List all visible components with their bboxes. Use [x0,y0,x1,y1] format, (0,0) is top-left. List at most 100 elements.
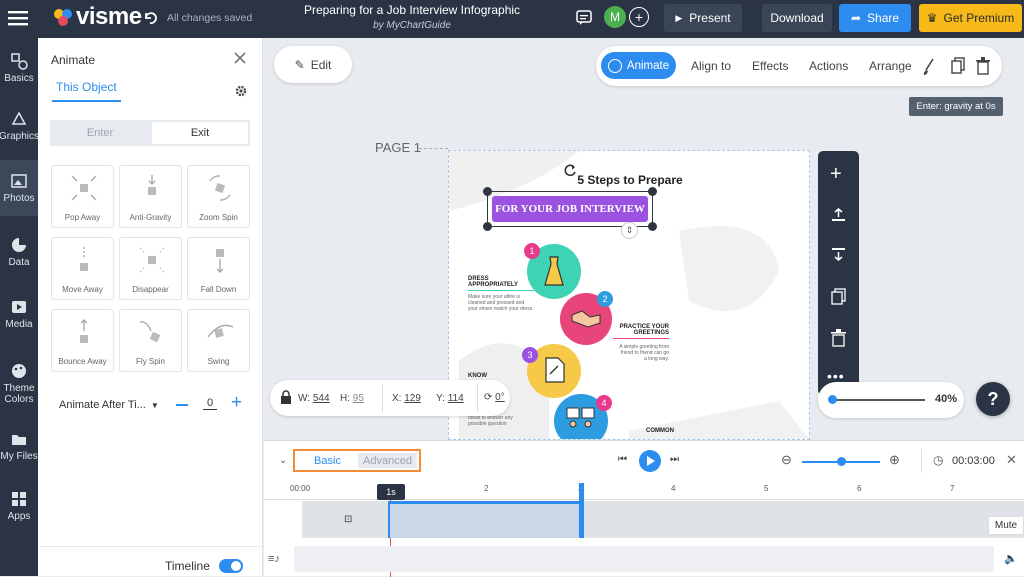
resize-handle[interactable] [648,222,657,231]
move-handle-icon[interactable]: ⇕ [621,222,638,239]
toolbar-effects[interactable]: Effects [752,46,788,86]
add-collaborator-icon[interactable]: + [629,7,649,27]
toolbar-actions[interactable]: Actions [809,46,848,86]
audio-track[interactable] [294,546,994,572]
rail-item-apps[interactable]: Apps [0,478,38,534]
present-button[interactable]: ▶ Present [664,4,742,32]
rail-item-data[interactable]: Data [0,224,38,280]
effect-anti-gravity[interactable]: Anti-Gravity [119,165,182,228]
play-icon: ▶ [675,12,683,23]
photos-icon [11,174,27,188]
resize-handle[interactable] [648,187,657,196]
bounce-away-icon [80,319,88,343]
mute-tooltip: Mute [988,516,1024,535]
effect-fall-down[interactable]: Fall Down [187,237,250,300]
tab-this-object[interactable]: This Object [52,80,121,102]
effect-pop-away[interactable]: Pop Away [51,165,114,228]
width-field[interactable]: W: 544 [298,393,330,404]
bring-forward-icon[interactable] [831,207,846,222]
resize-handle[interactable] [483,187,492,196]
x-field[interactable]: X: 129 [392,393,421,404]
trash-icon[interactable] [976,57,990,75]
zoom-out-icon[interactable]: ⊖ [781,452,792,468]
plus-button[interactable]: + [231,393,242,412]
rail-item-basics[interactable]: Basics [0,40,38,96]
download-button[interactable]: Download [762,4,832,32]
zoom-spin-icon [209,175,231,201]
rotate-icon[interactable] [564,164,577,177]
skip-back-icon[interactable]: ⏮ [618,454,627,465]
close-icon[interactable] [234,52,246,64]
menu-icon[interactable] [8,9,28,27]
collapse-chevron-icon[interactable]: ⌄ [279,455,287,466]
banner[interactable]: FOR YOUR JOB INTERVIEW [492,196,648,222]
edit-button[interactable]: ✎ Edit [274,46,352,83]
paintbrush-icon[interactable] [922,58,936,76]
exit-tab[interactable]: Exit [152,122,248,144]
divider [38,546,262,547]
effect-fly-spin[interactable]: Fly Spin [119,309,182,372]
rail-item-media[interactable]: Media [0,286,38,342]
play-icon [646,456,655,466]
toolbar-align[interactable]: Align to [691,46,731,86]
toolbar-arrange[interactable]: Arrange [869,46,912,86]
rail-item-photos[interactable]: Photos [0,160,38,216]
basic-tab[interactable]: Basic [297,453,358,468]
close-timeline-icon[interactable]: ✕ [1006,452,1017,468]
step-1-underline [468,290,534,291]
tick-label: 7 [950,484,955,493]
playhead-marker[interactable]: 1s [377,484,405,500]
effect-bounce-away[interactable]: Bounce Away [51,309,114,372]
help-button[interactable]: ? [976,382,1010,416]
rail-item-theme-colors[interactable]: Theme Colors [0,348,38,418]
anti-gravity-icon [148,175,156,195]
zoom-in-icon[interactable]: ⊕ [889,452,900,468]
crown-icon: ♛ [926,11,938,25]
timeline-zoom-handle[interactable] [837,457,846,466]
share-button[interactable]: ➦ Share [839,4,911,32]
get-premium-button[interactable]: ♛ Get Premium [919,4,1022,32]
timing-value[interactable]: 0 [203,397,217,410]
effect-swing[interactable]: Swing [187,309,250,372]
resize-handle[interactable] [483,222,492,231]
advanced-tab[interactable]: Advanced [358,453,417,468]
delete-icon[interactable] [831,329,846,347]
rotation-field[interactable]: ⟳ 0° [484,392,505,403]
step-4-heading: COMMON [646,428,674,434]
exit-marker[interactable] [579,483,584,538]
play-button[interactable] [639,450,661,472]
effect-move-away[interactable]: Move Away [51,237,114,300]
animate-icon [607,58,622,73]
skip-forward-icon[interactable]: ⏭ [670,454,679,465]
zoom-track[interactable] [830,399,925,401]
send-backward-icon[interactable] [831,247,846,262]
undo-icon[interactable] [142,10,158,26]
y-field[interactable]: Y: 114 [436,393,464,404]
rail-item-my-files[interactable]: My Files [0,418,38,474]
lock-icon[interactable] [280,390,292,405]
visme-logo-icon[interactable] [52,6,74,28]
height-field[interactable]: H: 95 [340,393,364,404]
comment-icon[interactable] [576,10,592,26]
project-title[interactable]: Preparing for a Job Interview Infographi… [270,3,554,17]
timeline-toggle[interactable] [219,559,243,573]
dimensions-bar: W: 544 H: 95 X: 129 Y: 114 ⟳ 0° [270,380,510,416]
speaker-icon[interactable]: 🔈 [1004,552,1018,565]
effect-disappear[interactable]: Disappear [119,237,182,300]
more-icon[interactable]: ••• [827,369,845,383]
minus-button[interactable] [176,404,188,406]
animation-block[interactable] [388,501,581,538]
rail-item-graphics[interactable]: Graphics [0,98,39,154]
disappear-icon [139,247,165,273]
total-time: 00:03:00 [952,455,995,467]
add-icon[interactable]: + [830,164,842,184]
zoom-handle[interactable] [828,395,837,404]
toolbar-animate[interactable]: Animate [601,52,676,79]
copy-icon[interactable] [831,288,846,305]
gear-icon[interactable] [235,85,247,97]
enter-tab[interactable]: Enter [50,120,150,146]
duplicate-icon[interactable] [951,57,965,75]
avatar[interactable]: M [604,6,626,28]
effect-zoom-spin[interactable]: Zoom Spin [187,165,250,228]
timing-dropdown[interactable]: Animate After Ti... ▼ [51,396,159,414]
